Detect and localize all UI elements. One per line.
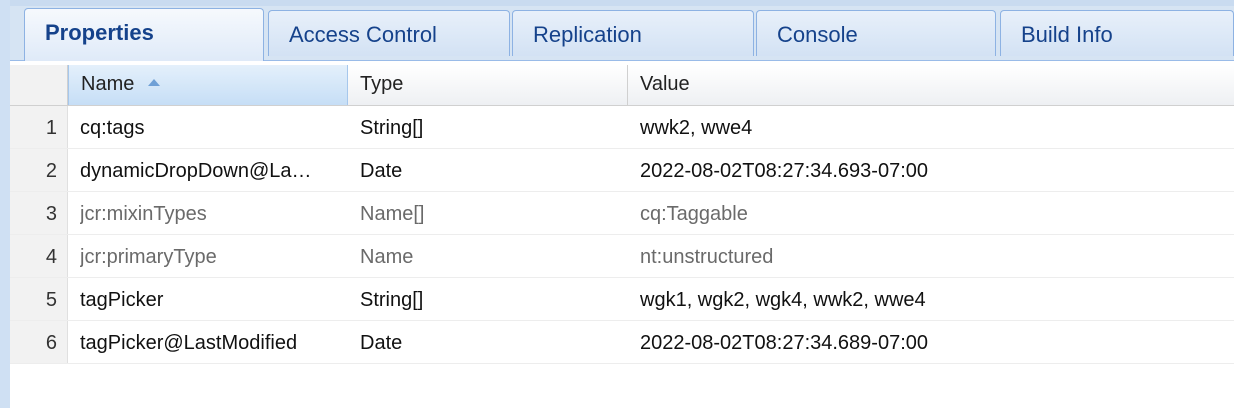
column-header-name[interactable]: Name: [68, 65, 348, 105]
table-row[interactable]: 4 jcr:primaryType Name nt:unstructured: [10, 235, 1234, 278]
property-type: String[]: [360, 289, 424, 311]
row-number: 1: [10, 106, 68, 148]
property-name: cq:tags: [80, 117, 145, 139]
property-value: nt:unstructured: [640, 246, 774, 268]
tab-properties[interactable]: Properties: [24, 8, 264, 61]
row-number: 2: [10, 149, 68, 191]
property-value: wgk1, wgk2, wgk4, wwk2, wwe4: [640, 289, 926, 311]
table-row[interactable]: 2 dynamicDropDown@La… Date 2022-08-02T08…: [10, 149, 1234, 192]
row-number-header: [10, 65, 68, 105]
grid-body: 1 cq:tags String[] wwk2, wwe4 2 dynamicD…: [10, 106, 1234, 364]
property-name: dynamicDropDown@La…: [80, 160, 312, 182]
table-row[interactable]: 6 tagPicker@LastModified Date 2022-08-02…: [10, 321, 1234, 364]
tab-access-control[interactable]: Access Control: [268, 10, 510, 56]
tab-console[interactable]: Console: [756, 10, 996, 56]
property-type: String[]: [360, 117, 424, 139]
property-type: Name[]: [360, 203, 425, 225]
property-type: Name: [360, 246, 414, 268]
table-row[interactable]: 1 cq:tags String[] wwk2, wwe4: [10, 106, 1234, 149]
property-name: tagPicker@LastModified: [80, 332, 298, 354]
table-row[interactable]: 3 jcr:mixinTypes Name[] cq:Taggable: [10, 192, 1234, 235]
tab-label: Build Info: [1021, 22, 1113, 47]
row-number: 4: [10, 235, 68, 277]
property-value: cq:Taggable: [640, 203, 748, 225]
table-row[interactable]: 5 tagPicker String[] wgk1, wgk2, wgk4, w…: [10, 278, 1234, 321]
column-header-label: Value: [640, 73, 690, 95]
property-value: 2022-08-02T08:27:34.689-07:00: [640, 332, 929, 354]
column-header-label: Type: [360, 73, 404, 95]
tab-replication[interactable]: Replication: [512, 10, 754, 56]
tab-label: Access Control: [289, 22, 437, 47]
property-type: Date: [360, 160, 403, 182]
row-number: 6: [10, 321, 68, 363]
sort-ascending-icon: [147, 79, 160, 87]
property-name: tagPicker: [80, 289, 164, 311]
property-value: 2022-08-02T08:27:34.693-07:00: [640, 160, 929, 182]
property-value: wwk2, wwe4: [640, 117, 753, 139]
tab-strip: Properties Access Control Replication Co…: [10, 0, 1234, 61]
column-header-type[interactable]: Type: [348, 65, 628, 105]
column-header-value[interactable]: Value: [628, 65, 1234, 105]
property-name: jcr:mixinTypes: [80, 203, 207, 225]
tab-build-info[interactable]: Build Info: [1000, 10, 1234, 56]
row-number: 5: [10, 278, 68, 320]
tab-label: Replication: [533, 22, 642, 47]
tab-label: Console: [777, 22, 858, 47]
property-name: jcr:primaryType: [80, 246, 217, 268]
properties-grid: Name Type Value 1 cq:tags String[] wwk2,…: [10, 60, 1234, 409]
grid-header: Name Type Value: [10, 65, 1234, 106]
tab-label: Properties: [45, 20, 154, 45]
row-number: 3: [10, 192, 68, 234]
property-type: Date: [360, 332, 403, 354]
crxde-properties-panel: Properties Access Control Replication Co…: [0, 0, 1234, 409]
column-header-label: Name: [81, 73, 135, 95]
